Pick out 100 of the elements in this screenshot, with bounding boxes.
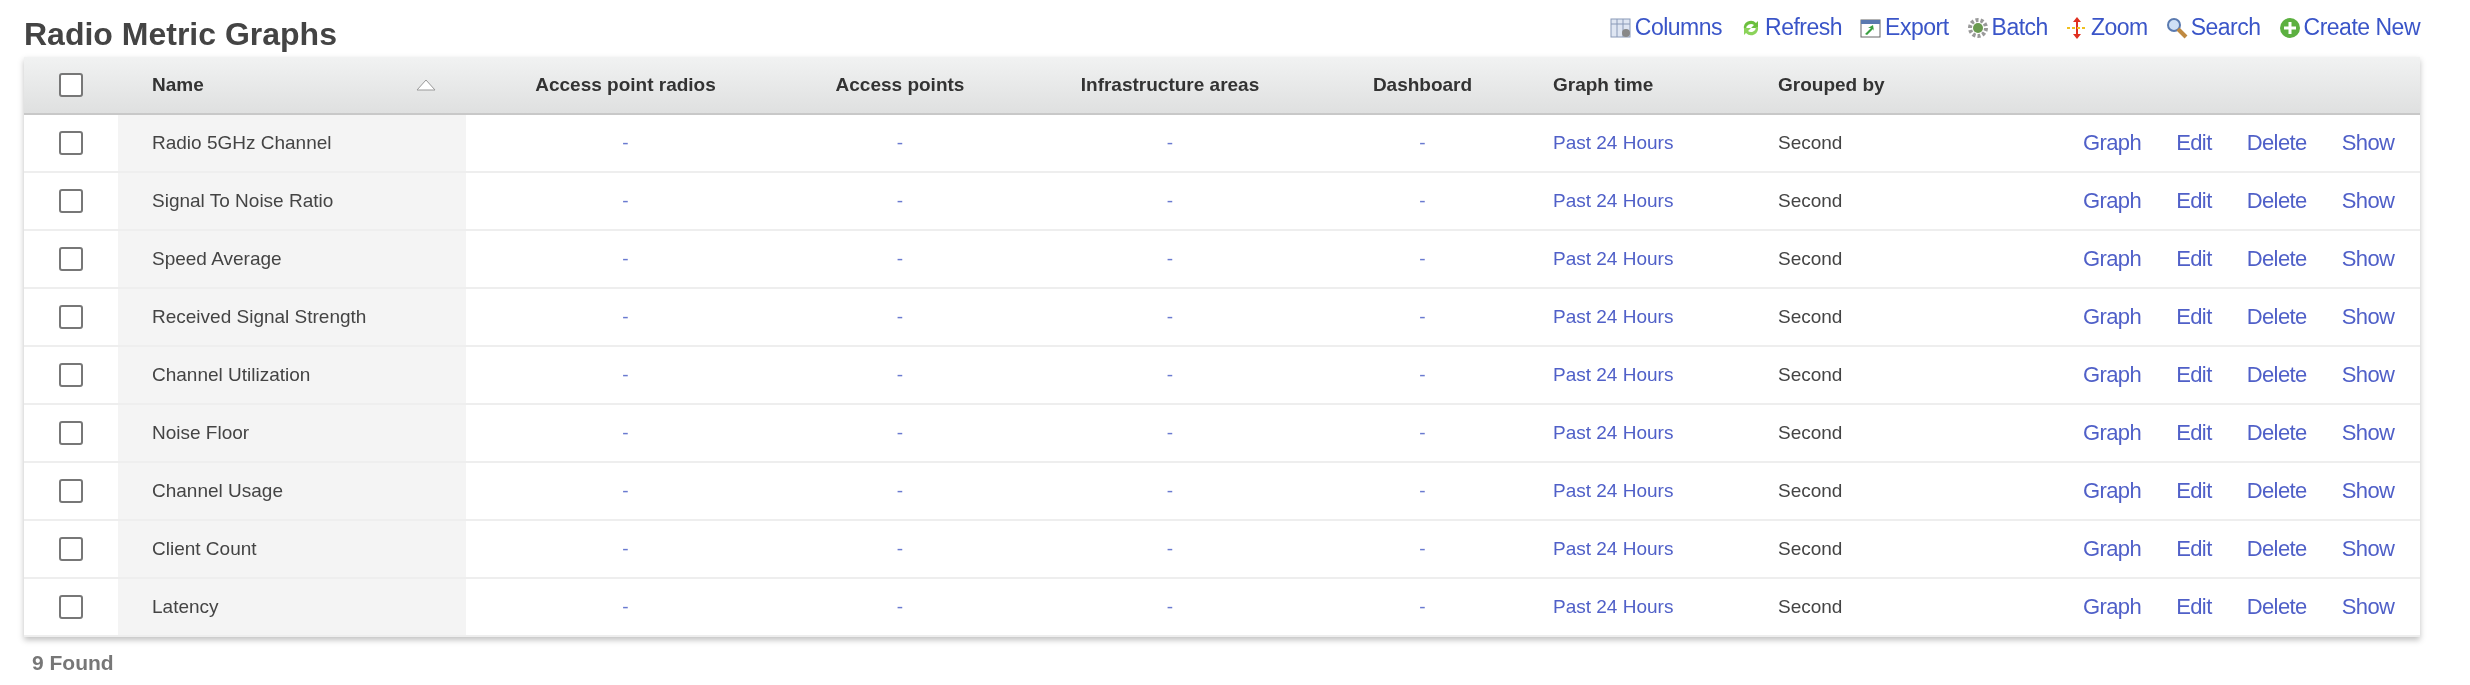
row-action-link[interactable]: Edit: [2176, 536, 2212, 562]
row-action-link[interactable]: Edit: [2176, 246, 2212, 272]
row-action-link[interactable]: Edit: [2176, 420, 2212, 446]
table-cell: -: [622, 538, 629, 560]
row-checkbox[interactable]: [59, 131, 83, 155]
row-checkbox[interactable]: [59, 537, 83, 561]
toolbar-link[interactable]: Batch: [1966, 14, 2048, 41]
table-cell: -: [896, 538, 904, 560]
row-checkbox[interactable]: [59, 363, 83, 387]
row-checkbox[interactable]: [59, 595, 83, 619]
plus-circle-icon: [2278, 16, 2301, 39]
row-action-link[interactable]: Show: [2341, 536, 2395, 562]
table-cell: -: [1166, 480, 1174, 502]
column-header[interactable]: Access points: [835, 74, 965, 96]
row-checkbox[interactable]: [59, 305, 83, 329]
table-cell: -: [896, 364, 904, 386]
row-action-link[interactable]: Graph: [2083, 362, 2142, 388]
row-checkbox[interactable]: [59, 189, 83, 213]
graph-time-link[interactable]: Past 24 Hours: [1553, 364, 1674, 386]
table-cell: -: [1419, 596, 1426, 618]
table-cell: -: [1166, 364, 1174, 386]
graph-time-link[interactable]: Past 24 Hours: [1553, 596, 1674, 618]
column-header[interactable]: Grouped by: [1778, 74, 1885, 96]
toolbar-link[interactable]: Zoom: [2065, 14, 2148, 41]
graph-time-link[interactable]: Past 24 Hours: [1553, 190, 1674, 212]
row-action-link[interactable]: Edit: [2176, 594, 2212, 620]
row-action-link[interactable]: Show: [2341, 420, 2395, 446]
column-header[interactable]: Graph time: [1553, 74, 1654, 96]
graph-time-link[interactable]: Past 24 Hours: [1553, 248, 1674, 270]
table-cell: -: [1419, 306, 1426, 328]
row-checkbox[interactable]: [59, 479, 83, 503]
row-action-link[interactable]: Delete: [2246, 536, 2307, 562]
row-action-link[interactable]: Show: [2341, 362, 2395, 388]
graph-time-link[interactable]: Past 24 Hours: [1553, 132, 1674, 154]
row-action-link[interactable]: Graph: [2083, 420, 2142, 446]
table-cell: -: [1166, 132, 1174, 154]
row-checkbox[interactable]: [59, 247, 83, 271]
graph-time-link[interactable]: Past 24 Hours: [1553, 422, 1674, 444]
row-action-link[interactable]: Delete: [2246, 362, 2307, 388]
row-action-link[interactable]: Edit: [2176, 130, 2212, 156]
table-cell: Second: [1778, 132, 1843, 154]
table-cell: -: [1419, 480, 1426, 502]
row-action-link[interactable]: Edit: [2176, 362, 2212, 388]
column-header[interactable]: Access point radios: [535, 74, 716, 96]
row-action-link[interactable]: Delete: [2246, 188, 2307, 214]
toolbar-link[interactable]: Columns: [1609, 14, 1723, 41]
row-action-link[interactable]: Show: [2341, 478, 2395, 504]
table-cell: Signal To Noise Ratio: [152, 190, 334, 212]
toolbar-link[interactable]: Create New: [2278, 14, 2420, 41]
row-checkbox[interactable]: [59, 421, 83, 445]
row-action-link[interactable]: Delete: [2246, 420, 2307, 446]
row-action-link[interactable]: Delete: [2246, 130, 2307, 156]
row-action-link[interactable]: Show: [2341, 130, 2395, 156]
export-icon: [1860, 16, 1883, 39]
table-cell: -: [1419, 364, 1426, 386]
graph-time-link[interactable]: Past 24 Hours: [1553, 306, 1674, 328]
column-header[interactable]: Dashboard: [1372, 74, 1473, 96]
search-icon: [2165, 16, 2188, 39]
sort-triangle-icon[interactable]: [416, 79, 436, 91]
table-cell: Channel Usage: [152, 480, 283, 502]
table-cell: Second: [1778, 422, 1843, 444]
row-action-link[interactable]: Edit: [2176, 304, 2212, 330]
table-cell: -: [1419, 422, 1426, 444]
row-action-link[interactable]: Show: [2341, 246, 2395, 272]
row-action-link[interactable]: Delete: [2246, 246, 2307, 272]
column-header[interactable]: Name: [152, 74, 204, 96]
row-action-link[interactable]: Edit: [2176, 478, 2212, 504]
row-action-link[interactable]: Graph: [2083, 594, 2142, 620]
row-action-link[interactable]: Graph: [2083, 478, 2142, 504]
table-cell: -: [1166, 190, 1174, 212]
table-cell: -: [1166, 306, 1174, 328]
column-header[interactable]: Infrastructure areas: [1080, 74, 1260, 96]
table-cell: -: [896, 132, 904, 154]
row-action-link[interactable]: Delete: [2246, 478, 2307, 504]
row-action-link[interactable]: Graph: [2083, 188, 2142, 214]
table-cell: Second: [1778, 190, 1843, 212]
row-action-link[interactable]: Graph: [2083, 536, 2142, 562]
row-action-link[interactable]: Delete: [2246, 594, 2307, 620]
row-action-link[interactable]: Edit: [2176, 188, 2212, 214]
graph-time-link[interactable]: Past 24 Hours: [1553, 480, 1674, 502]
row-action-link[interactable]: Graph: [2083, 246, 2142, 272]
row-action-link[interactable]: Delete: [2246, 304, 2307, 330]
table-cell: Noise Floor: [152, 422, 250, 444]
row-action-link[interactable]: Graph: [2083, 130, 2142, 156]
table-cell: Speed Average: [152, 248, 282, 270]
table-cell: -: [1419, 132, 1426, 154]
row-action-link[interactable]: Graph: [2083, 304, 2142, 330]
table-cell: Channel Utilization: [152, 364, 311, 386]
row-action-link[interactable]: Show: [2341, 594, 2395, 620]
toolbar-link[interactable]: Refresh: [1740, 14, 1843, 41]
result-count: 9 Found: [31, 651, 115, 675]
table-cell: Second: [1778, 364, 1843, 386]
row-action-link[interactable]: Show: [2341, 188, 2395, 214]
toolbar-link[interactable]: Export: [1860, 14, 1949, 41]
row-action-link[interactable]: Show: [2341, 304, 2395, 330]
table-cell: -: [896, 480, 904, 502]
select-all-checkbox[interactable]: [59, 73, 83, 97]
toolbar-link[interactable]: Search: [2165, 14, 2261, 41]
graph-time-link[interactable]: Past 24 Hours: [1553, 538, 1674, 560]
table-cell: Second: [1778, 248, 1843, 270]
